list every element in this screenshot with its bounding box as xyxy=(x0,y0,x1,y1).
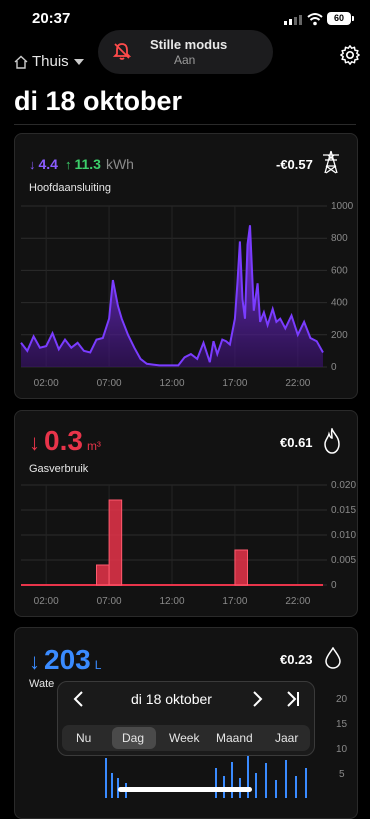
gas-label: Gasverbruik xyxy=(29,463,89,475)
gas-unit: m³ xyxy=(86,439,101,453)
flame-icon xyxy=(324,428,340,454)
water-ytick: 5 xyxy=(339,769,345,780)
x-tick-label: 22:00 xyxy=(285,596,310,607)
gas-down-arrow-icon: ↓ xyxy=(29,430,40,455)
electricity-label: Hoofdaansluiting xyxy=(29,182,111,194)
nav-date-label: di 18 oktober xyxy=(131,691,212,707)
y-tick-label: 0.010 xyxy=(331,530,356,541)
x-tick-label: 07:00 xyxy=(97,378,122,389)
electricity-unit: kWh xyxy=(105,156,134,172)
gear-icon[interactable] xyxy=(339,44,361,66)
period-now-tab[interactable]: Nu xyxy=(76,731,91,745)
period-year-tab[interactable]: Jaar xyxy=(275,731,298,745)
x-tick-label: 12:00 xyxy=(159,596,184,607)
water-unit: L xyxy=(94,658,102,672)
water-drop-icon xyxy=(325,647,341,669)
y-tick-label: 1000 xyxy=(331,201,354,212)
gas-value: 0.3 xyxy=(44,425,83,456)
export-arrow-icon: ↑ xyxy=(64,157,72,172)
water-label: Wate xyxy=(29,678,55,690)
x-tick-label: 22:00 xyxy=(285,378,310,389)
y-tick-label: 0 xyxy=(331,362,337,373)
y-tick-label: 0.005 xyxy=(331,555,356,566)
power-pylon-icon xyxy=(323,150,339,174)
y-tick-label: 800 xyxy=(331,233,348,244)
y-tick-label: 0.015 xyxy=(331,505,356,516)
x-tick-label: 02:00 xyxy=(34,378,59,389)
electricity-export-value: 11.3 xyxy=(74,156,101,172)
water-value: 203 xyxy=(44,644,91,675)
electricity-price: -€0.57 xyxy=(276,157,313,172)
skip-to-end-icon[interactable] xyxy=(285,690,301,708)
location-selector[interactable]: Thuis xyxy=(14,53,85,70)
water-ytick: 15 xyxy=(336,719,348,730)
import-arrow-icon: ↓ xyxy=(29,157,36,172)
signal-icon xyxy=(284,15,302,25)
gas-bar xyxy=(108,499,123,586)
gas-price: €0.61 xyxy=(280,435,313,450)
chevron-left-icon[interactable] xyxy=(72,690,86,708)
status-time: 20:37 xyxy=(32,10,71,27)
x-tick-label: 02:00 xyxy=(34,596,59,607)
period-month-tab[interactable]: Maand xyxy=(216,731,253,745)
x-tick-label: 17:00 xyxy=(222,378,247,389)
water-down-arrow-icon: ↓ xyxy=(29,649,40,674)
gas-bar xyxy=(234,549,249,586)
location-label: Thuis xyxy=(32,53,69,70)
home-indicator[interactable] xyxy=(118,787,252,792)
divider xyxy=(14,124,356,125)
wifi-icon xyxy=(307,13,323,26)
water-ytick: 10 xyxy=(336,744,348,755)
chevron-right-icon[interactable] xyxy=(250,690,264,708)
focus-title: Stille modus xyxy=(150,37,228,52)
bell-slash-icon xyxy=(112,43,132,60)
gas-chart: 0.020 0.015 0.010 0.005 0 02:00 07:00 12:00 17:0… xyxy=(21,480,356,607)
y-tick-label: 400 xyxy=(331,298,348,309)
gas-bar xyxy=(96,564,110,586)
page-title: di 18 oktober xyxy=(14,86,183,116)
x-tick-label: 07:00 xyxy=(97,596,122,607)
electricity-chart: 1000 800 600 400 200 0 02:00 07:00 12:00 17:00 22:… xyxy=(20,201,354,389)
focus-subtitle: Aan xyxy=(174,53,196,67)
y-tick-label: 0 xyxy=(331,580,337,591)
period-week-tab[interactable]: Week xyxy=(169,731,199,745)
electricity-import-value: 4.4 xyxy=(38,156,58,172)
period-day-tab[interactable]: Dag xyxy=(122,731,144,745)
y-tick-label: 600 xyxy=(331,265,348,276)
chevron-down-icon xyxy=(73,58,84,65)
y-tick-label: 0.020 xyxy=(331,480,356,491)
water-price: €0.23 xyxy=(280,652,313,667)
electricity-card[interactable]: ↓ 4.4 ↑ 11.3 kWh -€0.57 Hoofdaansluiting… xyxy=(14,133,358,399)
x-tick-label: 12:00 xyxy=(159,378,184,389)
y-tick-label: 200 xyxy=(331,330,348,341)
x-tick-label: 17:00 xyxy=(222,596,247,607)
gas-card[interactable]: ↓ 0.3 m³ €0.61 Gasverbruik 0.020 0.015 0.0… xyxy=(14,410,358,617)
battery-icon: 60 xyxy=(327,12,354,25)
water-ytick: 20 xyxy=(336,694,348,705)
house-icon xyxy=(14,55,28,69)
